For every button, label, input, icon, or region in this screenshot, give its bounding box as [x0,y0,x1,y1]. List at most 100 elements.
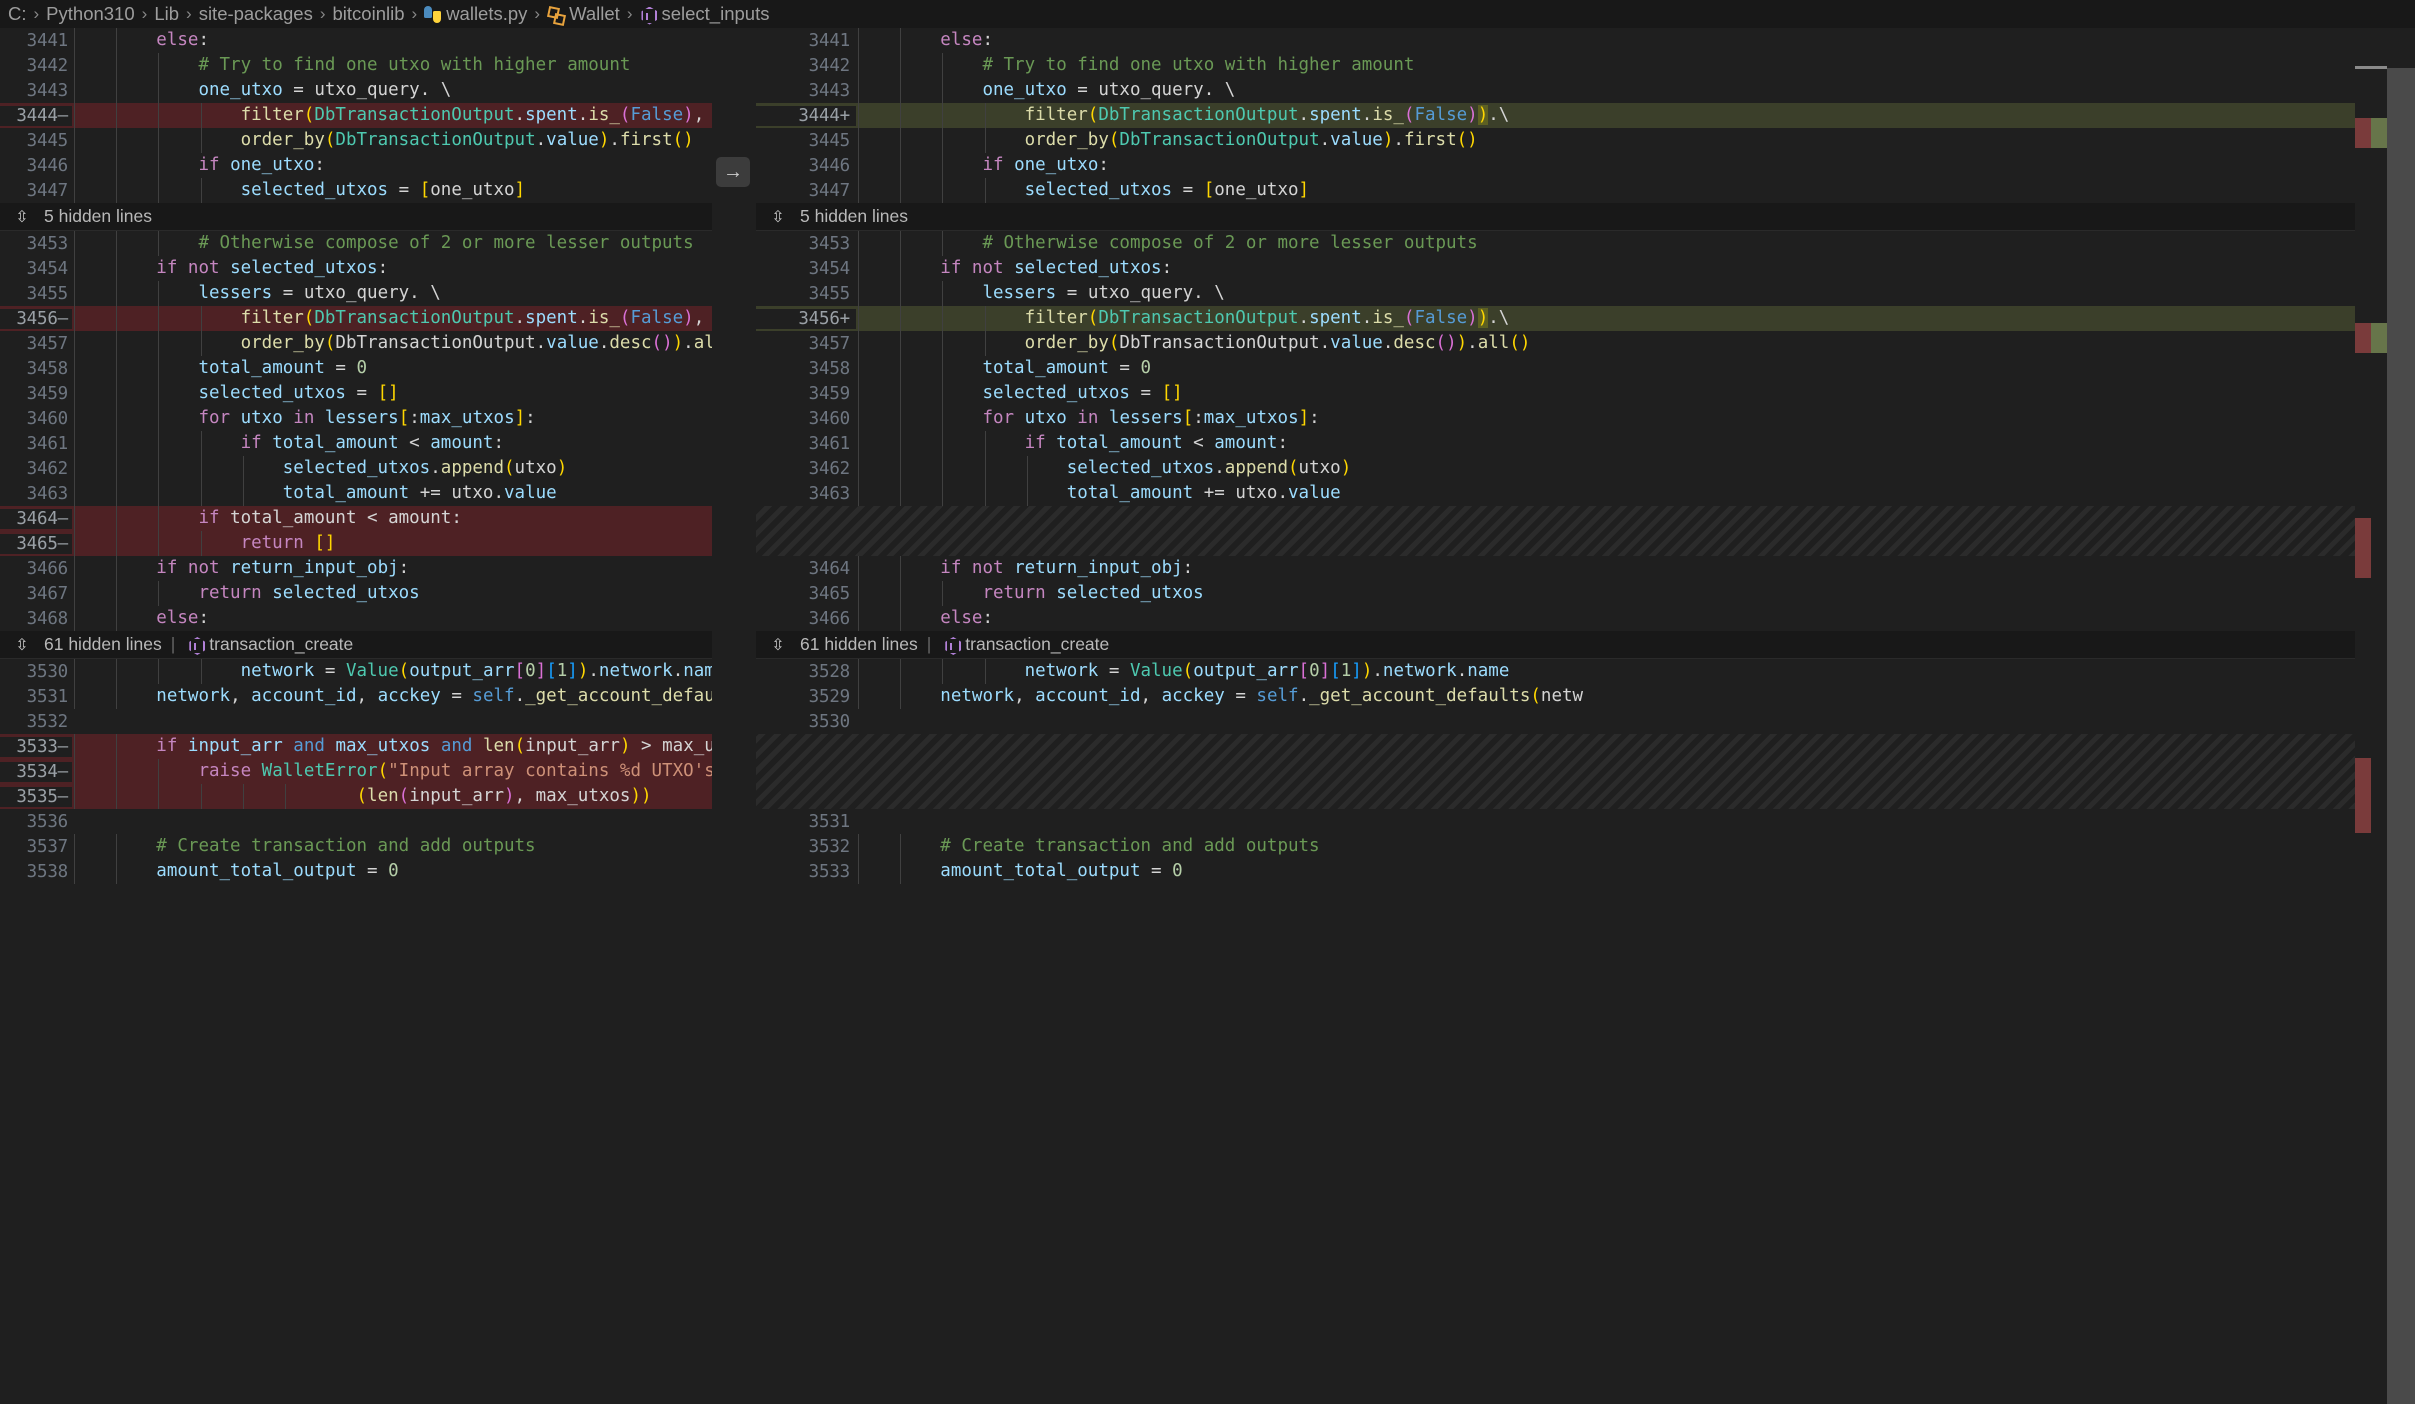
code-line[interactable]: 3465— return [] [0,531,712,556]
code-line[interactable]: 3530 network = Value(output_arr[0][1]).n… [0,659,712,684]
breadcrumb-item-walletspy[interactable]: wallets.py [424,3,527,25]
code-line[interactable]: 3535— (len(input_arr), max_utxos)) [0,784,712,809]
code-line[interactable]: 3463 total_amount += utxo.value [0,481,712,506]
code-line[interactable]: 3462 selected_utxos.append(utxo) [0,456,712,481]
code-line[interactable]: 3447 selected_utxos = [one_utxo] [0,178,712,203]
code-line[interactable]: 3442 # Try to find one utxo with higher … [756,53,2371,78]
code-line[interactable]: 3464 if not return_input_obj: [756,556,2371,581]
code-line[interactable]: 3534— raise WalletError("Input array con… [0,759,712,784]
code-text: selected_utxos.append(utxo) [72,456,712,481]
code-line[interactable]: 3453 # Otherwise compose of 2 or more le… [0,231,712,256]
code-line[interactable]: 3463 total_amount += utxo.value [756,481,2371,506]
code-line[interactable]: 3531 network, account_id, acckey = self.… [0,684,712,709]
breadcrumb-item-lib[interactable]: Lib [154,3,179,25]
code-line[interactable]: 3458 total_amount = 0 [756,356,2371,381]
line-number: 3531 [756,811,856,832]
overview-ruler[interactable] [2355,28,2415,1404]
diff-pane-modified[interactable]: 3441 else: 3442 # Try to find one utxo wi… [756,28,2371,1404]
code-line[interactable]: 3459 selected_utxos = [] [756,381,2371,406]
code-line[interactable]: 3468 else: [0,606,712,631]
code-line[interactable]: 3531 [756,809,2371,834]
code-line[interactable]: 3447 selected_utxos = [one_utxo] [756,178,2371,203]
code-line[interactable]: 3457 order_by(DbTransactionOutput.value.… [0,331,712,356]
code-line[interactable]: 3445 order_by(DbTransactionOutput.value)… [0,128,712,153]
code-token: one_utxo [230,155,315,175]
code-line[interactable]: 3460 for utxo in lessers[:max_utxos]: [756,406,2371,431]
code-line[interactable]: 3456— filter(DbTransactionOutput.spent.i… [0,306,712,331]
code-line[interactable]: 3456+ filter(DbTransactionOutput.spent.i… [756,306,2371,331]
code-line[interactable]: 3462 selected_utxos.append(utxo) [756,456,2371,481]
folded-region-header[interactable]: ⇳ 5 hidden lines [756,203,2371,231]
code-token: is_ [588,308,620,328]
unfold-icon[interactable]: ⇳ [756,207,800,227]
code-token: ] [535,661,547,681]
code-line[interactable]: 3445 order_by(DbTransactionOutput.value)… [756,128,2371,153]
unfold-icon[interactable]: ⇳ [756,635,800,655]
code-line[interactable]: 3466 if not return_input_obj: [0,556,712,581]
code-line[interactable]: 3442 # Try to find one utxo with higher … [0,53,712,78]
code-token: amount [430,433,494,453]
breadcrumb-item-selectinputs[interactable]: select_inputs [639,3,769,25]
code-line[interactable]: 3457 order_by(DbTransactionOutput.value.… [756,331,2371,356]
code-token: . [1372,661,1383,681]
code-line[interactable]: 3453 # Otherwise compose of 2 or more le… [756,231,2371,256]
breadcrumb-item-sitepackages[interactable]: site-packages [199,3,313,25]
code-line[interactable]: 3530 [756,709,2371,734]
code-line[interactable]: 3464— if total_amount < amount: [0,506,712,531]
code-line[interactable]: 3455 lessers = utxo_query. \ [756,281,2371,306]
code-line[interactable]: 3459 selected_utxos = [] [0,381,712,406]
code-line[interactable]: 3532 [0,709,712,734]
code-line[interactable]: 3467 return selected_utxos [0,581,712,606]
code-token: = [1129,383,1162,403]
code-token: value [546,333,599,353]
code-line[interactable]: 3443 one_utxo = utxo_query. \ [0,78,712,103]
folded-region-header[interactable]: ⇳ 61 hidden lines | transaction_create [0,631,712,659]
code-line[interactable]: 3444— filter(DbTransactionOutput.spent.i… [0,103,712,128]
diff-pane-original[interactable]: 3441 else: 3442 # Try to find one utxo wi… [0,28,712,1404]
code-line[interactable]: 3460 for utxo in lessers[:max_utxos]: [0,406,712,431]
code-token: : [377,258,389,278]
code-line[interactable]: 3443 one_utxo = utxo_query. \ [756,78,2371,103]
code-line[interactable]: 3454 if not selected_utxos: [756,256,2371,281]
vertical-scrollbar-thumb[interactable] [2387,68,2415,1404]
code-text: order_by(DbTransactionOutput.value.desc(… [72,331,712,356]
code-line[interactable]: 3532 # Create transaction and add output… [756,834,2371,859]
breadcrumb-label: bitcoinlib [332,3,405,24]
unfold-icon[interactable]: ⇳ [0,207,44,227]
code-line[interactable]: 3533 amount_total_output = 0 [756,859,2371,884]
code-line[interactable]: 3537 # Create transaction and add output… [0,834,712,859]
breadcrumb-item-c[interactable]: C: [8,3,27,25]
breadcrumb-item-bitcoinlib[interactable]: bitcoinlib [333,3,405,25]
code-line[interactable]: 3458 total_amount = 0 [0,356,712,381]
code-line[interactable]: 3538 amount_total_output = 0 [0,859,712,884]
breadcrumb-item-wallet[interactable]: Wallet [547,3,620,25]
code-line[interactable]: 3461 if total_amount < amount: [0,431,712,456]
code-line[interactable]: 3466 else: [756,606,2371,631]
code-token: ( [377,761,389,781]
code-line[interactable]: 3461 if total_amount < amount: [756,431,2371,456]
apply-change-arrow[interactable]: → [716,157,750,187]
folded-region-header[interactable]: ⇳ 5 hidden lines [0,203,712,231]
code-line[interactable]: 3529 network, account_id, acckey = self.… [756,684,2371,709]
code-token: < [1182,433,1215,453]
code-line[interactable]: 3465 return selected_utxos [756,581,2371,606]
code-token: [] [377,383,399,403]
code-line[interactable]: 3536 [0,809,712,834]
code-line[interactable]: 3441 else: [0,28,712,53]
code-line[interactable]: 3533— if input_arr and max_utxos and len… [0,734,712,759]
breadcrumb-item-python310[interactable]: Python310 [46,3,134,25]
code-line[interactable]: 3441 else: [756,28,2371,53]
code-line[interactable]: 3454 if not selected_utxos: [0,256,712,281]
code-line[interactable]: 3446 if one_utxo: [0,153,712,178]
code-line[interactable]: 3455 lessers = utxo_query. \ [0,281,712,306]
code-line[interactable]: 3528 network = Value(output_arr[0][1]).n… [756,659,2371,684]
folded-region-header[interactable]: ⇳ 61 hidden lines | transaction_create [756,631,2371,659]
code-line[interactable]: 3444+ filter(DbTransactionOutput.spent.i… [756,103,2371,128]
code-line[interactable]: 3446 if one_utxo: [756,153,2371,178]
unfold-icon[interactable]: ⇳ [0,635,44,655]
